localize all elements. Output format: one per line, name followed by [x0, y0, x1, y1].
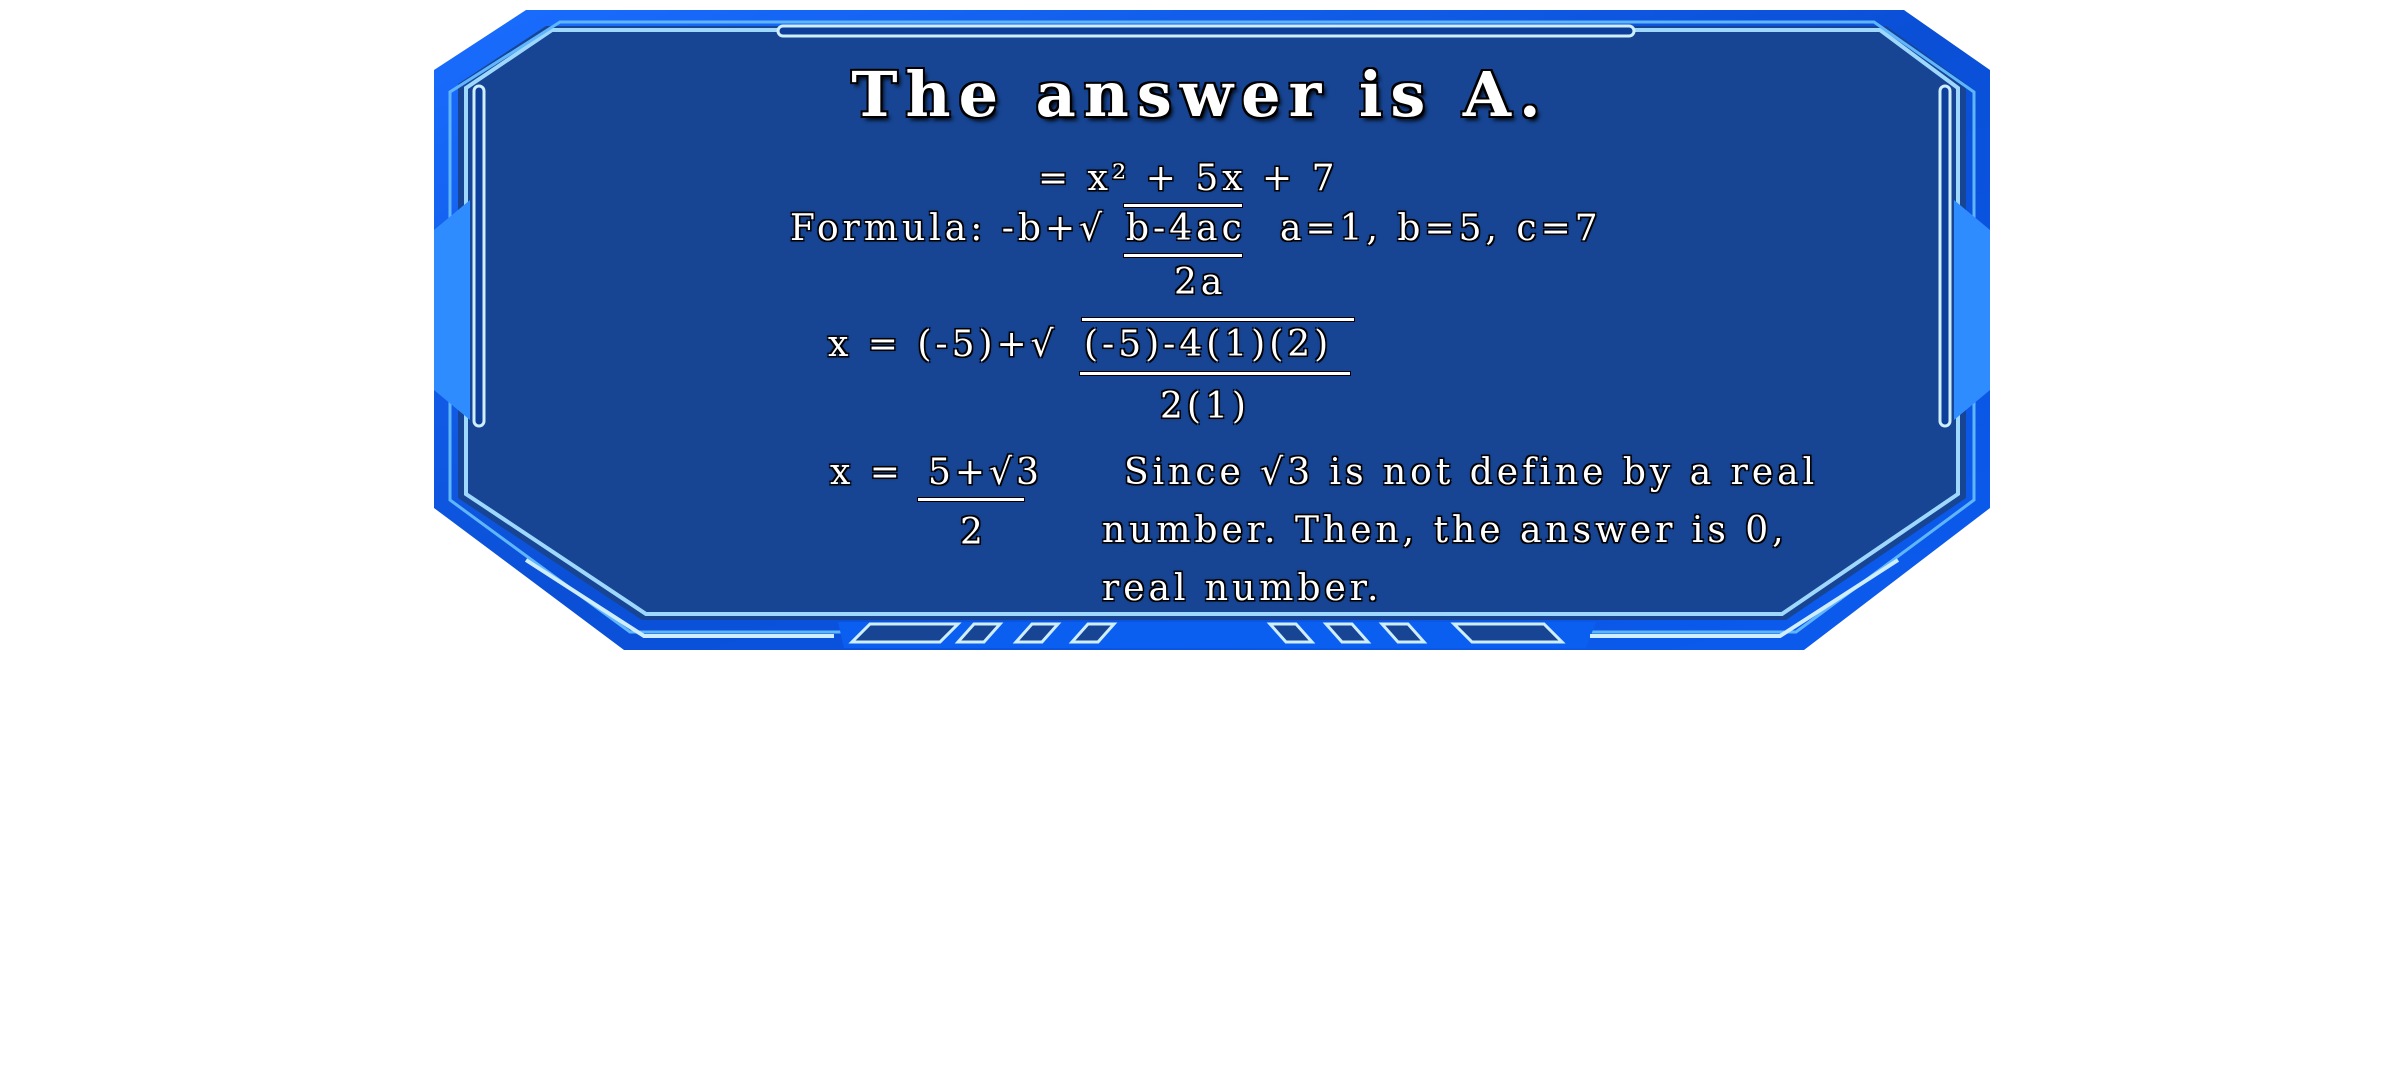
substitution-radical-bar — [1082, 318, 1354, 321]
explanation-line-3: real number. — [1102, 568, 1383, 609]
top-capsule-bar — [776, 24, 1636, 38]
substitution-fraction-bar — [1080, 372, 1350, 375]
substitution-lhs: x = (-5)+√ — [828, 324, 1058, 365]
substitution-radicand: (-5)-4(1)(2) — [1084, 324, 1333, 365]
right-side-bar — [1938, 84, 1952, 428]
result-fraction-bar — [918, 498, 1024, 501]
answer-title: The answer is A. — [851, 58, 1549, 131]
formula-radical-bar — [1124, 204, 1242, 207]
right-accent-block — [1954, 200, 1990, 420]
expanded-equation: = x² + 5x + 7 — [1038, 158, 1339, 199]
game-screen: The answer is A. = x² + 5x + 7 Formula: … — [0, 0, 2400, 1080]
coefficient-values: a=1, b=5, c=7 — [1280, 208, 1602, 249]
formula-denominator: 2a — [1174, 262, 1227, 303]
result-lhs: x = — [830, 452, 904, 493]
formula-radicand: b-4ac — [1126, 208, 1246, 249]
explanation-line-2: number. Then, the answer is 0, — [1102, 510, 1788, 551]
left-side-bar — [472, 84, 486, 428]
formula-fraction-bar — [1124, 254, 1242, 257]
formula-label: Formula: -b+√ — [790, 208, 1107, 249]
result-denominator: 2 — [960, 512, 987, 553]
explanation-line-1: Since √3 is not define by a real — [1124, 452, 1819, 493]
result-numerator: 5+√3 — [928, 452, 1043, 493]
substitution-denominator: 2(1) — [1160, 386, 1250, 427]
left-accent-block — [434, 200, 470, 420]
